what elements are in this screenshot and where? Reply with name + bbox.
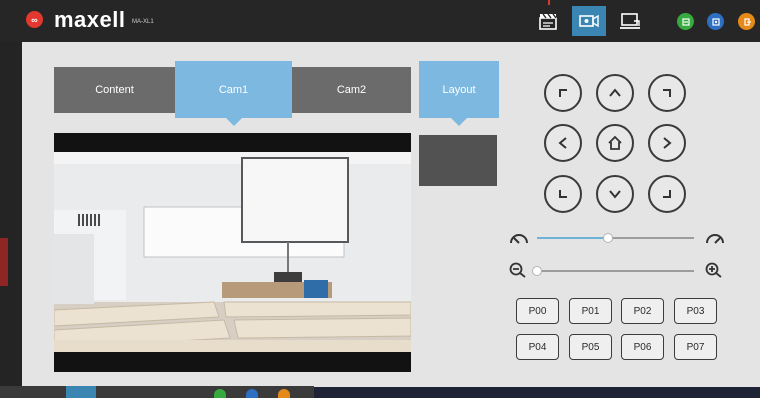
left-accent	[0, 238, 8, 286]
tab-pointer	[224, 117, 243, 126]
zoom-out-icon[interactable]	[508, 261, 530, 279]
chevron-left-icon	[558, 137, 567, 149]
speed-slider-handle[interactable]	[603, 233, 613, 243]
model-name: MA-XL1	[132, 19, 154, 25]
taskbar-camera-icon[interactable]	[66, 386, 96, 398]
green-app-icon[interactable]	[677, 13, 694, 30]
ptz-up-left-button[interactable]	[544, 74, 582, 112]
tab-pointer	[450, 117, 468, 126]
taskbar-green-icon[interactable]	[214, 389, 226, 398]
preset-button-p04[interactable]: P04	[516, 334, 559, 360]
ptz-down-button[interactable]	[596, 175, 634, 213]
ptz-left-button[interactable]	[544, 124, 582, 162]
camera-icon[interactable]	[572, 6, 606, 36]
speed-slider-fill	[537, 237, 608, 239]
tab-layout-label: Layout	[442, 83, 476, 96]
preset-button-p02[interactable]: P02	[621, 298, 664, 324]
ptz-home-button[interactable]	[596, 124, 634, 162]
ptz-up-button[interactable]	[596, 74, 634, 112]
preset-button-p01[interactable]: P01	[569, 298, 612, 324]
taskbar-tray	[0, 386, 314, 398]
home-icon	[608, 135, 622, 150]
taskbar-blue-icon[interactable]	[246, 389, 258, 398]
speed-fast-icon[interactable]	[704, 229, 726, 247]
tab-cam1-label: Cam1	[218, 83, 249, 96]
tab-layout[interactable]: Layout	[419, 61, 499, 126]
chevron-up-icon	[609, 88, 621, 97]
top-bar: ∞ maxell MA-XL1	[0, 0, 760, 42]
chevron-right-icon	[663, 137, 672, 149]
tab-content-label: Content	[95, 84, 134, 96]
preset-button-p00[interactable]: P00	[516, 298, 559, 324]
arrow-down-right-icon	[663, 190, 671, 198]
taskbar-orange-icon[interactable]	[278, 389, 290, 398]
monitor-icon[interactable]	[613, 6, 647, 36]
zoom-in-icon[interactable]	[704, 261, 726, 279]
tab-cam2[interactable]: Cam2	[292, 67, 411, 113]
ptz-up-right-button[interactable]	[648, 74, 686, 112]
preset-button-p05[interactable]: P05	[569, 334, 612, 360]
ptz-down-right-button[interactable]	[648, 175, 686, 213]
ptz-right-button[interactable]	[648, 124, 686, 162]
camera-preview	[54, 133, 411, 372]
tab-cam1[interactable]: Cam1	[175, 61, 292, 126]
brand-name: maxell	[54, 7, 126, 32]
zoom-slider-handle[interactable]	[532, 266, 542, 276]
chevron-down-icon	[609, 190, 621, 199]
preset-button-p03[interactable]: P03	[674, 298, 717, 324]
arrow-down-left-icon	[559, 190, 567, 198]
arrow-up-left-icon	[559, 89, 567, 97]
tab-cam2-label: Cam2	[336, 84, 367, 96]
zoom-slider[interactable]	[537, 270, 694, 272]
ptz-down-left-button[interactable]	[544, 175, 582, 213]
speed-slow-icon[interactable]	[508, 229, 530, 247]
layout-preview[interactable]	[419, 135, 497, 186]
preset-button-p06[interactable]: P06	[621, 334, 664, 360]
blue-app-icon[interactable]	[707, 13, 724, 30]
speed-slider[interactable]	[537, 237, 694, 239]
arrow-up-right-icon	[663, 89, 671, 97]
left-strip	[0, 42, 22, 387]
classroom-image	[54, 152, 411, 352]
tab-content[interactable]: Content	[54, 67, 175, 113]
orange-app-icon[interactable]	[738, 13, 755, 30]
indicator-mark	[548, 0, 550, 5]
preset-button-p07[interactable]: P07	[674, 334, 717, 360]
maxell-logo-icon: ∞	[26, 11, 43, 28]
clapper-icon[interactable]	[531, 6, 565, 36]
